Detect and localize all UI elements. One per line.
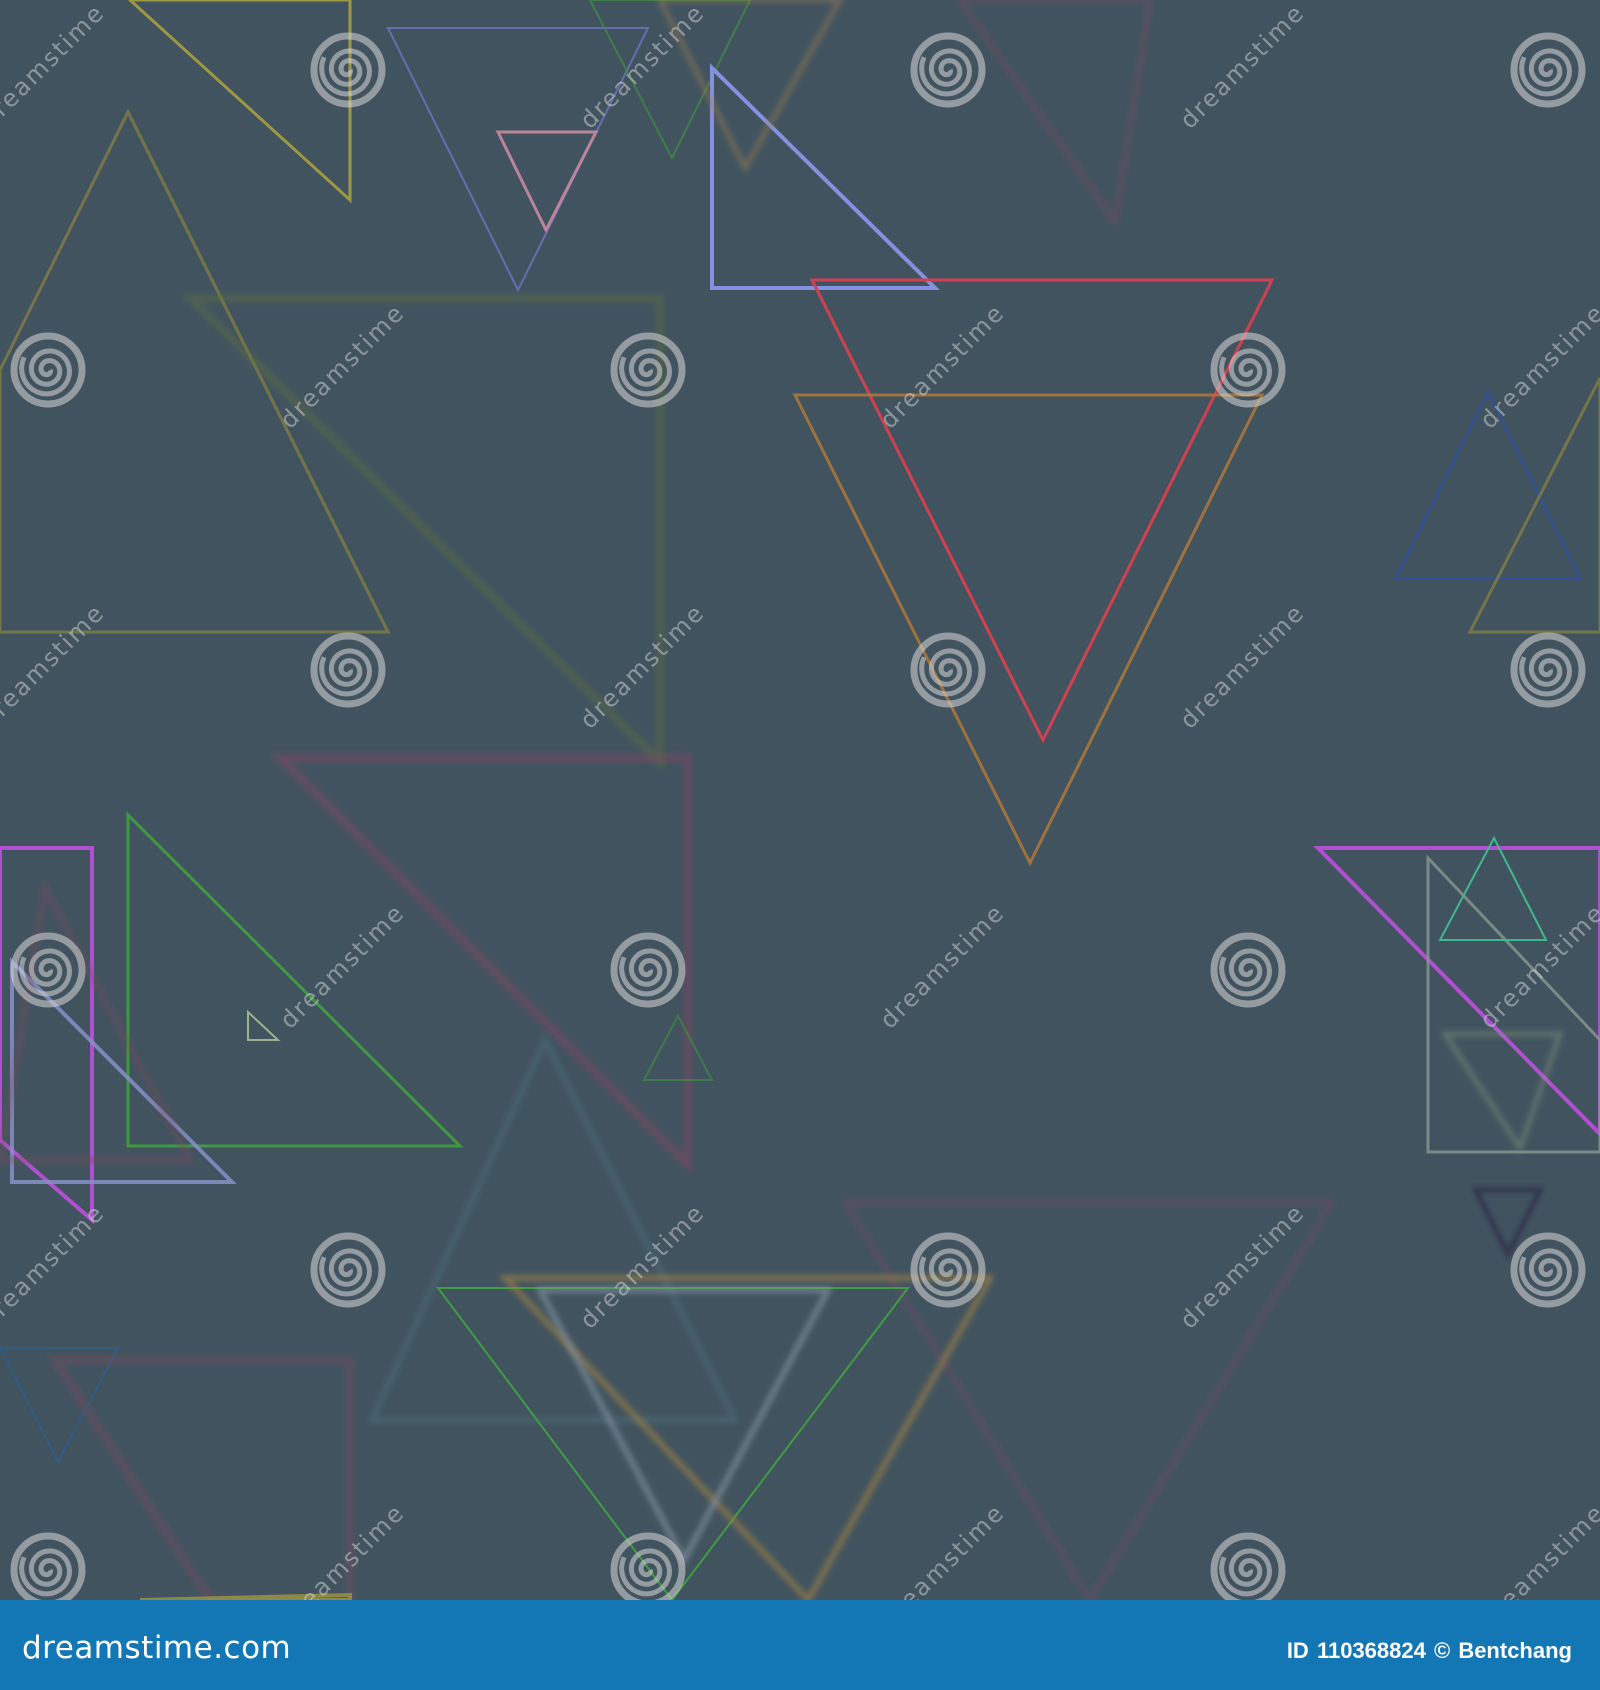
- watermark-text: dreamstime: [274, 898, 410, 1034]
- spiral-logo-icon: [1210, 932, 1286, 1008]
- spiral-logo-icon: [910, 1232, 986, 1308]
- spiral-logo-icon: [1210, 1532, 1286, 1600]
- watermark-text: dreamstime: [1474, 1498, 1600, 1600]
- watermark-text: dreamstime: [574, 598, 710, 734]
- outline-triangle: [535, 1287, 833, 1567]
- watermark-text: dreamstime: [574, 0, 710, 134]
- watermark-text: dreamstime: [274, 1498, 410, 1600]
- watermark-text: dreamstime: [874, 898, 1010, 1034]
- outline-triangle: [710, 63, 940, 290]
- outline-triangle: [180, 294, 664, 772]
- watermark-text: dreamstime: [0, 1198, 110, 1334]
- id-label: ID: [1286, 1638, 1309, 1663]
- brand-label[interactable]: dreamstime.com: [22, 1630, 291, 1666]
- watermark-text: dreamstime: [874, 298, 1010, 434]
- outline-triangle: [495, 130, 599, 234]
- outline-triangle: [0, 878, 195, 1163]
- spiral-logo-icon: [10, 932, 86, 1008]
- outline-triangle: [809, 278, 1275, 744]
- spiral-logo-icon: [10, 1532, 86, 1600]
- spiral-logo-icon: [610, 332, 686, 408]
- spiral-logo-icon: [310, 1232, 386, 1308]
- copyright-symbol: ©: [1433, 1638, 1451, 1663]
- id-value: 110368824: [1316, 1638, 1426, 1663]
- outline-triangle: [247, 1009, 281, 1041]
- watermark-text: dreamstime: [1474, 898, 1600, 1034]
- outline-triangle: [642, 1013, 714, 1081]
- spiral-logo-icon: [1510, 632, 1586, 708]
- spiral-logo-icon: [610, 932, 686, 1008]
- watermark-text: dreamstime: [574, 1198, 710, 1334]
- credit-footer: dreamstime.com ID 110368824 © Bentchang: [0, 1600, 1600, 1690]
- outline-triangle: [127, 0, 352, 204]
- triangle-pattern: dreamstime dreamstime dreamstime dreamstime…: [0, 0, 1600, 1600]
- spiral-logo-icon: [310, 632, 386, 708]
- watermark-text: dreamstime: [1174, 0, 1310, 134]
- author-name[interactable]: Bentchang: [1458, 1638, 1572, 1663]
- spiral-logo-icon: [1510, 1232, 1586, 1308]
- outline-triangle: [47, 1356, 354, 1600]
- spiral-logo-icon: [910, 32, 986, 108]
- outline-triangle: [1440, 1031, 1564, 1154]
- watermark-text: dreamstime: [0, 0, 110, 134]
- spiral-logo-icon: [310, 32, 386, 108]
- image-credit: ID 110368824 © Bentchang: [1285, 1638, 1572, 1664]
- spiral-logo-icon: [1510, 32, 1586, 108]
- outline-triangle: [126, 811, 464, 1148]
- spiral-logo-icon: [10, 332, 86, 408]
- outline-triangle: [792, 393, 1265, 867]
- watermark-text: dreamstime: [1174, 598, 1310, 734]
- watermark-text: dreamstime: [274, 298, 410, 434]
- watermark-text: dreamstime: [874, 1498, 1010, 1600]
- outline-triangle: [956, 0, 1153, 229]
- background-canvas: dreamstime dreamstime dreamstime dreamstime…: [0, 0, 1600, 1600]
- spiral-logo-icon: [1210, 332, 1286, 408]
- watermark-text: dreamstime: [0, 598, 110, 734]
- spiral-logo-icon: [910, 632, 986, 708]
- outline-triangle: [386, 27, 650, 293]
